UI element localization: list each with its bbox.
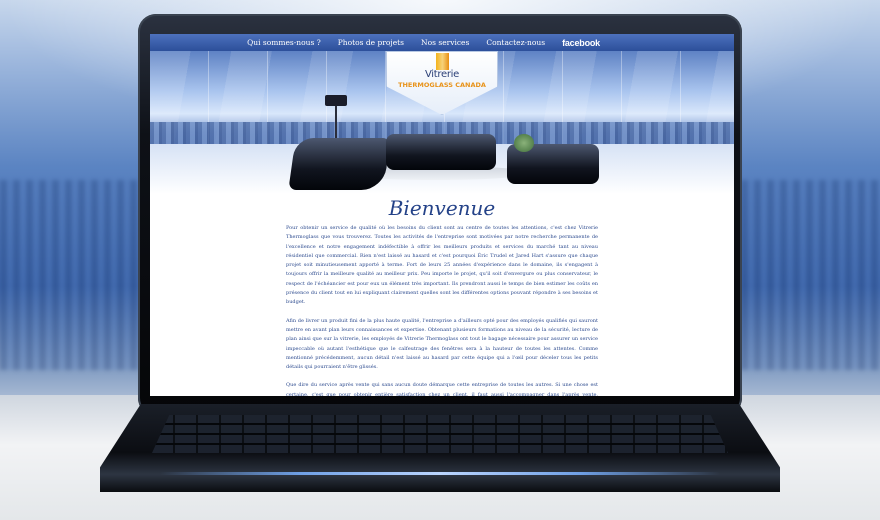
- logo-name: Vitrerie: [424, 69, 459, 80]
- keyboard-rows: [152, 415, 728, 453]
- nav-link-contact[interactable]: Contactez-nous: [486, 38, 545, 47]
- page-heading: Bienvenue: [388, 196, 496, 220]
- paragraph-3: Que dire du service après vente qui sans…: [286, 382, 598, 396]
- laptop-edge-glow: [160, 472, 720, 475]
- floor-lamp-icon: [325, 95, 347, 106]
- chaise-lounge-image: [288, 138, 391, 190]
- main-nav: Qui sommes-nous ? Photos de projets Nos …: [150, 34, 734, 51]
- sofa-image: [386, 134, 496, 170]
- nav-link-photos[interactable]: Photos de projets: [338, 38, 404, 47]
- nav-link-services[interactable]: Nos services: [421, 38, 469, 47]
- paragraph-2: Afin de livrer un produit fini de la plu…: [286, 317, 598, 371]
- facebook-link[interactable]: facebook: [562, 38, 600, 48]
- laptop-screen: Vitrerie THERMOGLASS CANADA Qui sommes-n…: [150, 34, 734, 396]
- body-content: Pour obtenir un service de qualité où le…: [286, 224, 598, 396]
- nav-link-about[interactable]: Qui sommes-nous ?: [247, 38, 321, 47]
- plant-image: [514, 134, 534, 152]
- logo-company: THERMOGLASS CANADA: [398, 81, 486, 89]
- paragraph-1: Pour obtenir un service de qualité où le…: [286, 225, 598, 306]
- building-logo-icon: [436, 53, 449, 70]
